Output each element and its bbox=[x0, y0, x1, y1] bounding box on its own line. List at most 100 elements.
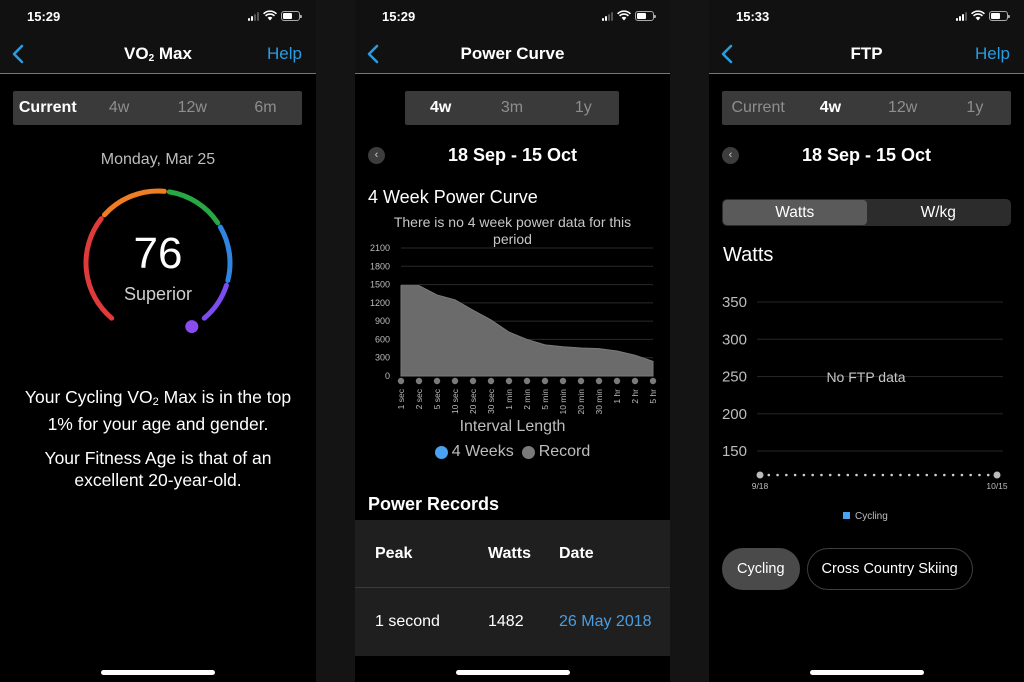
x-day-marker bbox=[793, 473, 797, 477]
time-range-selector: 4w 3m 1y bbox=[405, 91, 619, 125]
legend-cycling-label: Cycling bbox=[855, 511, 888, 522]
wifi-icon bbox=[971, 10, 985, 21]
nav-bar: VO2 Max Help bbox=[0, 34, 316, 74]
x-point-marker bbox=[397, 377, 405, 385]
status-time: 15:29 bbox=[27, 9, 61, 24]
x-day-marker bbox=[837, 473, 841, 477]
power-curve-screen: 15:29 Power Curve 4w 3m 1y ‹ 18 Sep - 15… bbox=[355, 0, 670, 682]
x-endpoint-marker bbox=[756, 471, 764, 479]
legend-cycling-swatch bbox=[843, 512, 850, 519]
x-point-marker bbox=[577, 377, 585, 385]
header-peak: Peak bbox=[375, 545, 413, 562]
home-indicator[interactable] bbox=[101, 670, 215, 675]
x-point-marker bbox=[505, 377, 513, 385]
header-watts: Watts bbox=[488, 545, 531, 562]
range-1y[interactable]: 1y bbox=[939, 91, 1011, 125]
range-3m[interactable]: 3m bbox=[476, 91, 547, 125]
help-link[interactable]: Help bbox=[267, 44, 302, 64]
x-tick-label: 20 min bbox=[576, 389, 586, 415]
x-day-marker bbox=[986, 473, 990, 477]
x-point-marker bbox=[451, 377, 459, 385]
y-tick-label: 1800 bbox=[370, 261, 390, 271]
x-day-marker bbox=[960, 473, 964, 477]
home-indicator[interactable] bbox=[809, 670, 924, 675]
cellular-signal-icon bbox=[602, 11, 613, 21]
time-range-selector: Current 4w 12w 1y bbox=[722, 91, 1011, 125]
legend-record[interactable]: Record bbox=[521, 443, 590, 461]
x-point-marker bbox=[523, 377, 531, 385]
range-current[interactable]: Current bbox=[13, 91, 83, 125]
sport-chip-cycling[interactable]: Cycling bbox=[722, 548, 800, 590]
table-header: Peak Watts Date bbox=[355, 520, 670, 588]
gauge-marker bbox=[185, 320, 199, 334]
x-point-marker bbox=[559, 377, 567, 385]
x-day-marker bbox=[899, 473, 902, 477]
status-bar: 15:29 bbox=[355, 0, 670, 34]
x-day-marker bbox=[925, 473, 929, 477]
legend-record-swatch bbox=[521, 445, 535, 459]
power-curve-chart: 030060090012001500180021001 sec 2 sec 5 se… bbox=[370, 243, 658, 415]
wifi-icon bbox=[617, 10, 631, 21]
sport-filter: Cycling Cross Country Skiing bbox=[722, 548, 973, 590]
measurement-date: Monday, Mar 25 bbox=[100, 151, 216, 168]
status-bar: 15:33 bbox=[709, 0, 1024, 34]
date-range-row: ‹ 18 Sep - 15 Oct bbox=[709, 144, 1024, 168]
x-tick-label: 5 hr bbox=[648, 389, 658, 404]
sport-chip-cross-country-skiing[interactable]: Cross Country Skiing bbox=[806, 548, 973, 590]
unit-wkg[interactable]: W/kg bbox=[867, 200, 1011, 225]
x-point-marker bbox=[487, 377, 495, 385]
x-day-marker bbox=[934, 473, 937, 477]
range-12w[interactable]: 12w bbox=[156, 91, 229, 125]
range-6m[interactable]: 6m bbox=[229, 91, 302, 125]
nav-bar: FTP Help bbox=[709, 34, 1024, 74]
date-range: 18 Sep - 15 Oct bbox=[801, 145, 932, 165]
x-tick-label: 1 sec bbox=[396, 388, 406, 409]
status-time: 15:29 bbox=[382, 9, 416, 24]
help-link[interactable]: Help bbox=[975, 44, 1010, 64]
x-day-marker bbox=[820, 473, 823, 477]
gauge-segment bbox=[166, 189, 221, 226]
y-tick-label: 900 bbox=[375, 316, 390, 326]
wifi-icon bbox=[263, 10, 277, 21]
page-title: Power Curve bbox=[460, 44, 565, 63]
range-12w[interactable]: 12w bbox=[867, 91, 939, 125]
x-point-marker bbox=[415, 377, 423, 385]
table-row: 1 second 1482 26 May 2018 bbox=[355, 588, 670, 656]
chart-legend: 4 Weeks Record bbox=[355, 443, 670, 461]
x-day-marker bbox=[890, 473, 893, 477]
x-point-marker bbox=[613, 377, 621, 385]
x-tick-label: 5 min bbox=[540, 389, 550, 410]
record-watts: 1482 bbox=[488, 613, 524, 630]
range-4w[interactable]: 4w bbox=[794, 91, 866, 125]
x-day-marker bbox=[776, 473, 779, 477]
x-day-marker bbox=[916, 473, 920, 477]
x-tick-label: 10 min bbox=[558, 389, 568, 415]
y-tick-label: 350 bbox=[722, 294, 747, 311]
x-point-marker bbox=[631, 377, 639, 385]
range-current[interactable]: Current bbox=[722, 91, 794, 125]
x-tick-label: 2 hr bbox=[630, 389, 640, 404]
record-date-link[interactable]: 26 May 2018 bbox=[559, 613, 652, 631]
legend-4-weeks[interactable]: 4 Weeks bbox=[434, 443, 514, 461]
record-peak: 1 second bbox=[375, 613, 440, 630]
range-4w[interactable]: 4w bbox=[405, 91, 476, 125]
home-indicator[interactable] bbox=[455, 670, 570, 675]
range-4w[interactable]: 4w bbox=[83, 91, 156, 125]
unit-watts[interactable]: Watts bbox=[723, 200, 867, 225]
x-day-marker bbox=[785, 473, 788, 477]
gauge-segment bbox=[101, 188, 167, 218]
power-records-table: Peak Watts Date 1 second 1482 26 May 201… bbox=[355, 520, 670, 656]
status-time: 15:33 bbox=[736, 9, 770, 24]
date-range-row: ‹ 18 Sep - 15 Oct bbox=[355, 144, 670, 168]
battery-icon bbox=[989, 10, 1010, 21]
cellular-signal-icon bbox=[248, 11, 259, 21]
chart-title: 4 Week Power Curve bbox=[368, 187, 538, 207]
fitness-age-text: Your Fitness Age is that of an excellent… bbox=[44, 448, 272, 490]
x-day-marker bbox=[907, 473, 911, 477]
range-1y[interactable]: 1y bbox=[548, 91, 619, 125]
x-point-marker bbox=[649, 377, 657, 385]
x-tick-label: 10 sec bbox=[450, 388, 460, 414]
x-day-marker bbox=[978, 473, 981, 477]
y-tick-label: 300 bbox=[375, 353, 390, 363]
legend-4-weeks-swatch bbox=[434, 445, 448, 459]
